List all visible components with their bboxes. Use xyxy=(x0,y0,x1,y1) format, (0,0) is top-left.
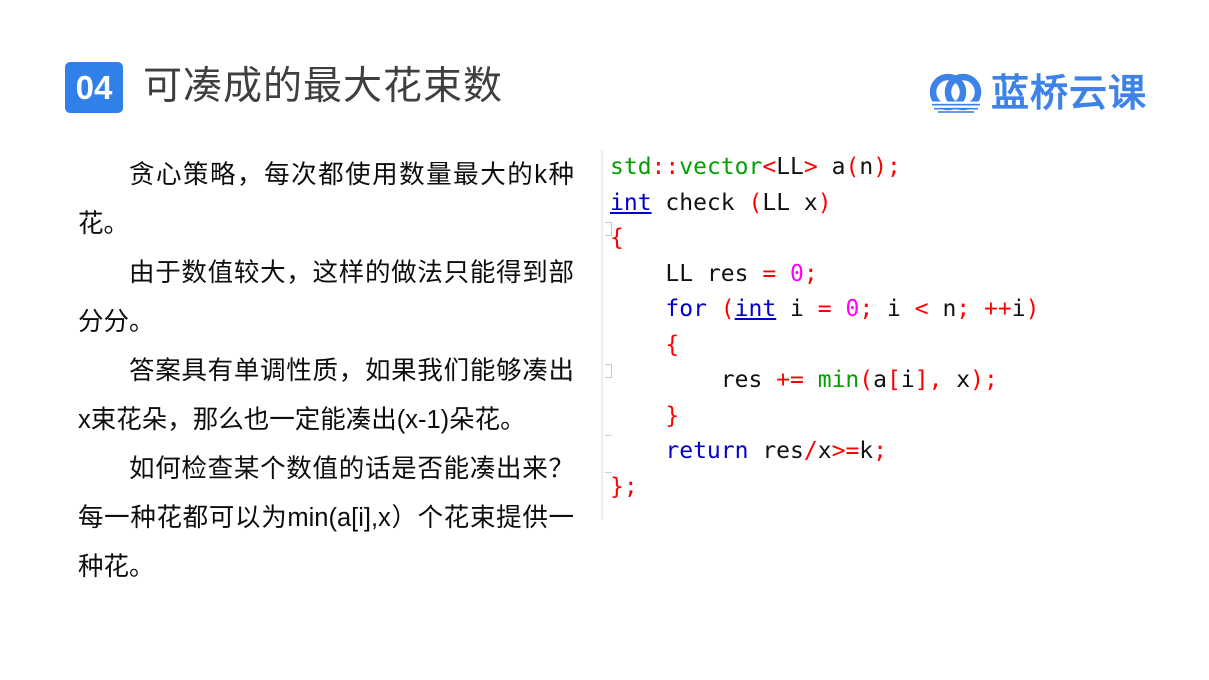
code-token: [ xyxy=(887,367,901,393)
code-token: a xyxy=(873,367,887,393)
code-token: ++ xyxy=(984,296,1012,322)
code-token: i xyxy=(873,296,915,322)
code-token: = xyxy=(762,260,777,287)
code-token: n xyxy=(859,154,874,180)
code-token: return xyxy=(665,438,749,464)
code-token: LL xyxy=(776,154,804,180)
code-token: ; xyxy=(623,473,638,500)
code-token: int xyxy=(734,296,777,322)
brand-name: 蓝桥云课 xyxy=(990,73,1147,115)
code-token: ) xyxy=(970,367,984,393)
code-token: ) xyxy=(873,154,888,180)
code-line: std::vector<LL> a(n); xyxy=(610,150,1039,186)
section-number-badge: 04 xyxy=(65,62,123,113)
code-token: , xyxy=(928,367,943,393)
code-line: { xyxy=(610,328,1039,364)
code-token: std xyxy=(610,154,652,180)
code-token: = xyxy=(817,296,832,322)
code-block: std::vector<LL> a(n); int check (LL x){ L… xyxy=(610,150,1039,505)
slide-canvas: 04 可凑成的最大花束数 蓝桥云课 贪心策略，每次都使用数量最大的k种花。 由于… xyxy=(0,0,1209,680)
code-token: ; xyxy=(859,296,874,322)
code-token: / xyxy=(803,438,818,464)
section-number-text: 04 xyxy=(75,69,113,106)
code-line: return res/x>=k; xyxy=(610,434,1039,470)
code-token: >= xyxy=(831,438,860,464)
code-token: check xyxy=(651,189,749,216)
code-line: } xyxy=(610,399,1039,435)
code-token: > xyxy=(803,154,818,180)
code-token: ; xyxy=(984,367,998,393)
code-token: a xyxy=(817,154,846,180)
code-token: { xyxy=(665,331,680,358)
code-token: :: xyxy=(651,154,680,180)
paragraph: 如何检查某个数值的话是否能凑出来？每一种花都可以为min(a[i],x）个花束提… xyxy=(78,455,574,581)
code-token: for xyxy=(665,296,707,322)
code-line: { xyxy=(610,221,1039,257)
page-title: 可凑成的最大花束数 xyxy=(143,65,504,108)
code-token: ( xyxy=(845,154,860,180)
code-gutter-line xyxy=(601,150,603,520)
code-panel: std::vector<LL> a(n); int check (LL x){ L… xyxy=(598,150,1178,520)
code-token: i xyxy=(900,367,915,393)
lanqiao-rings-icon xyxy=(927,73,984,113)
code-token: < xyxy=(762,154,777,180)
code-token: ( xyxy=(748,189,763,216)
code-token: i xyxy=(1011,296,1026,322)
code-token: ; xyxy=(887,154,901,180)
code-line: }; xyxy=(610,470,1039,506)
code-token: vector xyxy=(679,154,763,180)
code-token: } xyxy=(610,473,624,500)
code-token: ; xyxy=(803,260,818,287)
code-token: x xyxy=(817,438,832,464)
slide-header: 04 可凑成的最大花束数 蓝桥云课 xyxy=(0,0,1209,140)
code-token: i xyxy=(776,296,818,322)
paragraph: 贪心策略，每次都使用数量最大的k种花。 xyxy=(78,161,574,238)
code-token: res xyxy=(748,438,804,464)
code-token: int xyxy=(610,189,652,216)
code-token: ( xyxy=(859,367,874,393)
code-token: ( xyxy=(720,296,735,322)
code-token: { xyxy=(610,225,624,251)
code-line: for (int i = 0; i < n; ++i) xyxy=(610,292,1039,328)
code-token: LL res xyxy=(610,260,763,287)
code-token: x xyxy=(942,367,971,393)
code-token: LL x xyxy=(762,189,818,216)
code-line: int check (LL x) xyxy=(610,186,1039,222)
code-line: res += min(a[i], x); xyxy=(610,363,1039,399)
code-token: } xyxy=(665,402,680,429)
code-token: res xyxy=(610,367,777,393)
code-token: ] xyxy=(914,367,929,393)
code-token: ; xyxy=(956,296,971,322)
explanation-text-column: 贪心策略，每次都使用数量最大的k种花。 由于数值较大，这样的做法只能得到部分分。… xyxy=(78,151,574,592)
code-token: ) xyxy=(817,189,832,216)
code-token: < xyxy=(914,296,929,322)
paragraph: 答案具有单调性质，如果我们能够凑出x束花朵，那么也一定能凑出(x-1)朵花。 xyxy=(78,357,574,434)
code-token: += xyxy=(776,367,804,393)
code-token: ; xyxy=(873,438,888,464)
code-token: 0 xyxy=(790,260,804,287)
code-token: n xyxy=(928,296,957,322)
code-token: ) xyxy=(1025,296,1040,322)
paragraph: 由于数值较大，这样的做法只能得到部分分。 xyxy=(78,259,574,336)
brand-logo: 蓝桥云课 xyxy=(927,68,1147,120)
code-token: min xyxy=(817,367,860,393)
code-token: k xyxy=(859,438,874,464)
code-token: 0 xyxy=(845,296,860,322)
code-line: LL res = 0; xyxy=(610,257,1039,293)
